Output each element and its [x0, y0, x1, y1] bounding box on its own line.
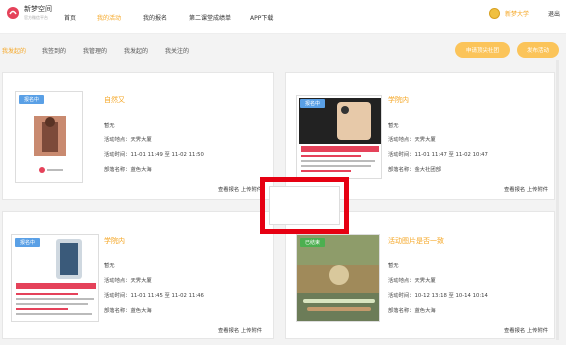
poster-image [297, 235, 379, 321]
logout-link[interactable]: 退出 [548, 9, 560, 18]
dept-value: 蓝色大海 [130, 308, 152, 314]
tab-managed[interactable]: 我管理的 [83, 46, 107, 55]
brand-subtitle: 官方微信平台 [24, 15, 48, 20]
activity-desc: 暂无 [104, 123, 115, 129]
dept-label: 部落名称： [388, 167, 415, 173]
nav-home[interactable]: 首页 [64, 13, 76, 22]
activity-thumbnail[interactable]: 报名中 [15, 91, 83, 183]
tab-participated[interactable]: 我发起的 [124, 46, 148, 55]
brand: 新梦空间 官方微信平台 [24, 4, 52, 21]
activity-title[interactable]: 自然又 [104, 95, 125, 105]
dept-label: 部落名称： [104, 167, 131, 173]
activity-time: 活动时间：10-12 13:18 至 10-14 10:14 [388, 291, 488, 299]
activity-card[interactable]: 报名中 自然又 暂无 活动地点：天霁大厦 活动时间：11-01 11:49 至 … [2, 72, 274, 200]
card-actions[interactable]: 查看报名 上传附件 [504, 326, 548, 334]
location-label: 活动地点： [388, 137, 415, 143]
tab-checked-in[interactable]: 我签到的 [42, 46, 66, 55]
activity-desc: 暂无 [388, 123, 399, 129]
time-label: 活动时间： [104, 152, 131, 158]
activity-location: 活动地点：天霁大厦 [104, 276, 152, 284]
time-label: 活动时间： [388, 152, 415, 158]
location-label: 活动地点： [388, 278, 415, 284]
poster-image [12, 235, 98, 321]
activity-card[interactable]: 报名中 学院内 暂无 活动地点：天霁大厦 活动时间：11-01 11:45 至 … [2, 211, 274, 339]
location-value: 天霁大厦 [414, 137, 436, 143]
activity-desc: 暂无 [104, 263, 115, 269]
time-label: 活动时间： [104, 293, 131, 299]
activity-title[interactable]: 学院内 [104, 236, 125, 246]
activity-time: 活动时间：11-01 11:47 至 11-02 10:47 [388, 150, 488, 158]
activity-thumbnail[interactable]: 已结束 [296, 234, 380, 322]
location-value: 天霁大厦 [414, 278, 436, 284]
activity-thumbnail[interactable]: 报名中 [296, 95, 382, 179]
activity-location: 活动地点：天霁大厦 [388, 135, 436, 143]
activity-thumbnail[interactable]: 报名中 [11, 234, 99, 322]
status-badge: 报名中 [15, 238, 41, 247]
avatar[interactable] [488, 8, 500, 19]
activity-location: 活动地点：天霁大厦 [388, 276, 436, 284]
location-label: 活动地点： [104, 278, 131, 284]
activity-location: 活动地点：天霁大厦 [104, 135, 152, 143]
card-actions[interactable]: 查看报名 上传附件 [218, 326, 262, 334]
activity-title[interactable]: 活动图片是否一致 [388, 236, 444, 246]
nav-my-signups[interactable]: 我的报名 [143, 13, 167, 22]
time-label: 活动时间： [388, 293, 415, 299]
card-actions[interactable]: 查看报名 上传附件 [218, 185, 262, 193]
status-badge: 已结束 [300, 238, 326, 247]
dept-value: 金大社团部 [414, 167, 442, 173]
location-label: 活动地点： [104, 137, 131, 143]
dept-label: 部落名称： [388, 308, 415, 314]
poster-image [297, 96, 381, 178]
activity-desc: 暂无 [388, 263, 399, 269]
blank-placeholder [269, 186, 340, 225]
location-value: 天霁大厦 [130, 137, 152, 143]
header: 新梦空间 官方微信平台 首页 我的活动 我的报名 第二课堂成绩单 APP下载 新… [0, 0, 566, 34]
dept-value: 蓝色大海 [130, 167, 152, 173]
brand-name: 新梦空间 [24, 5, 52, 13]
card-actions[interactable]: 查看报名 上传附件 [504, 185, 548, 193]
user-name[interactable]: 新梦大学 [505, 9, 529, 18]
poster-image [16, 92, 82, 182]
activity-dept: 部落名称：金大社团部 [388, 165, 441, 173]
dept-value: 蓝色大海 [414, 308, 436, 314]
nav-app-download[interactable]: APP下载 [250, 13, 273, 22]
nav-transcript[interactable]: 第二课堂成绩单 [189, 13, 231, 22]
activity-dept: 部落名称：蓝色大海 [104, 306, 152, 314]
nav-my-activities[interactable]: 我的活动 [97, 13, 121, 22]
activity-time: 活动时间：11-01 11:49 至 11-02 11:50 [104, 150, 204, 158]
status-badge: 报名中 [19, 95, 45, 104]
time-value: 11-01 11:47 至 11-02 10:47 [414, 152, 488, 158]
time-value: 10-12 13:18 至 10-14 10:14 [414, 293, 488, 299]
publish-activity-button[interactable]: 发布活动 [517, 42, 559, 58]
apply-top-club-button[interactable]: 申请顶尖社团 [455, 42, 510, 58]
tab-initiated[interactable]: 我发起的 [2, 46, 26, 55]
activity-title[interactable]: 学院内 [388, 95, 409, 105]
scrollbar[interactable] [556, 60, 559, 340]
tab-followed[interactable]: 我关注的 [165, 46, 189, 55]
time-value: 11-01 11:49 至 11-02 11:50 [130, 152, 204, 158]
activity-dept: 部落名称：蓝色大海 [388, 306, 436, 314]
time-value: 11-01 11:45 至 11-02 11:46 [130, 293, 204, 299]
dept-label: 部落名称： [104, 308, 131, 314]
activity-time: 活动时间：11-01 11:45 至 11-02 11:46 [104, 291, 204, 299]
status-badge: 报名中 [300, 99, 326, 108]
user-area: 新梦大学 退出 [488, 8, 560, 19]
highlight-box [260, 177, 349, 234]
activity-dept: 部落名称：蓝色大海 [104, 165, 152, 173]
logo-icon [7, 7, 19, 19]
location-value: 天霁大厦 [130, 278, 152, 284]
